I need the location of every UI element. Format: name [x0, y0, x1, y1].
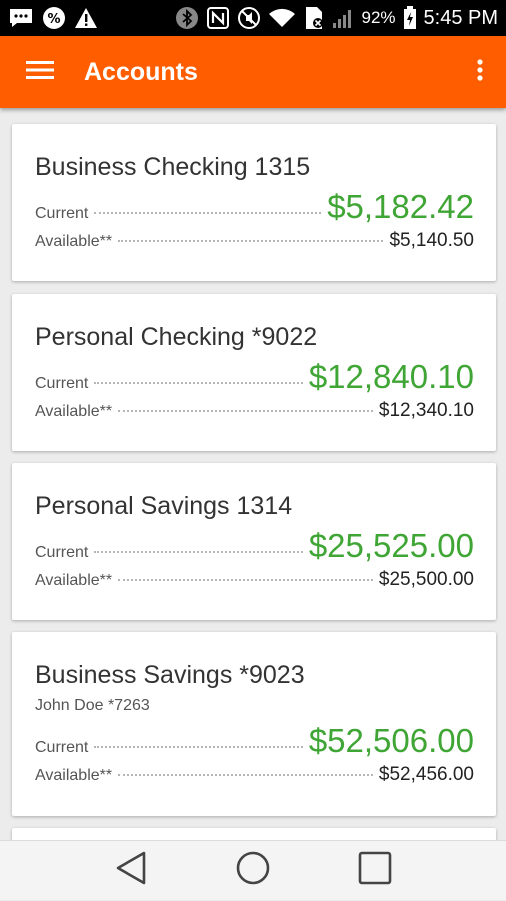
leader-dots: [94, 382, 303, 384]
account-card[interactable]: Business Savings *9023 John Doe *7263 Cu…: [12, 632, 496, 816]
home-icon: [235, 850, 271, 891]
bluetooth-icon: [175, 6, 199, 30]
wifi-icon: [268, 7, 296, 29]
accounts-list: Business Checking 1315 Current $5,182.42…: [0, 108, 506, 840]
status-time: 5:45 PM: [423, 6, 498, 29]
page-title: Accounts: [84, 57, 198, 86]
account-card[interactable]: Personal Savings 1314 Current $25,525.00…: [12, 463, 496, 620]
available-balance-row: Available** $52,456.00: [35, 764, 474, 786]
available-label: Available**: [35, 233, 113, 250]
leader-dots: [118, 579, 373, 581]
available-label: Available**: [35, 403, 113, 420]
current-balance-row: Current $25,525.00: [35, 527, 474, 565]
status-bar-left: %: [8, 6, 98, 30]
nfc-icon: [206, 6, 230, 30]
leader-dots: [118, 774, 373, 776]
current-balance: $52,506.00: [308, 722, 474, 759]
recents-button[interactable]: [345, 841, 405, 901]
app-bar: Accounts: [0, 36, 506, 108]
available-balance-row: Available** $25,500.00: [35, 569, 474, 591]
current-label: Current: [35, 544, 89, 561]
leader-dots: [118, 410, 373, 412]
home-button[interactable]: [223, 841, 283, 901]
current-balance: $25,525.00: [308, 527, 474, 564]
account-name: Personal Checking *9022: [35, 323, 318, 351]
account-card-partial[interactable]: [12, 828, 496, 840]
available-balance: $52,456.00: [378, 764, 474, 785]
current-balance: $5,182.42: [327, 188, 474, 225]
available-label: Available**: [35, 572, 113, 589]
account-name: Business Savings *9023: [35, 661, 305, 689]
back-icon: [114, 850, 148, 891]
back-button[interactable]: [101, 841, 161, 901]
menu-button[interactable]: [12, 36, 68, 108]
overflow-menu-button[interactable]: [460, 36, 500, 108]
current-balance-row: Current $12,840.10: [35, 358, 474, 396]
account-name: Business Checking 1315: [35, 153, 311, 181]
recents-icon: [358, 851, 392, 890]
hamburger-menu-icon: [26, 59, 54, 86]
battery-icon: [403, 6, 417, 30]
leader-dots: [94, 551, 303, 553]
account-name: Personal Savings 1314: [35, 492, 293, 520]
available-balance: $5,140.50: [389, 230, 474, 251]
battery-percent: 92%: [361, 8, 396, 27]
signal-icon: [332, 7, 354, 29]
mute-icon: [237, 6, 261, 30]
status-bar-right: 92% 5:45 PM: [175, 6, 498, 30]
no-sim-icon: [303, 6, 325, 30]
current-label: Current: [35, 375, 89, 392]
svg-text:%: %: [47, 12, 60, 27]
account-owner: John Doe *7263: [35, 697, 150, 714]
message-icon: [8, 7, 34, 29]
leader-dots: [94, 212, 322, 214]
available-balance-row: Available** $5,140.50: [35, 230, 474, 252]
available-balance: $25,500.00: [378, 569, 474, 590]
available-balance: $12,340.10: [378, 400, 474, 421]
status-bar: % 92% 5:45 PM: [0, 0, 506, 36]
more-vert-icon: [476, 58, 484, 87]
account-card[interactable]: Personal Checking *9022 Current $12,840.…: [12, 294, 496, 451]
current-label: Current: [35, 739, 89, 756]
system-nav-bar: [0, 840, 506, 900]
leader-dots: [94, 746, 303, 748]
current-balance: $12,840.10: [308, 358, 474, 395]
current-label: Current: [35, 205, 89, 222]
account-card[interactable]: Business Checking 1315 Current $5,182.42…: [12, 124, 496, 281]
available-label: Available**: [35, 767, 113, 784]
leader-dots: [118, 240, 384, 242]
percent-icon: %: [42, 6, 66, 30]
current-balance-row: Current $52,506.00: [35, 722, 474, 760]
available-balance-row: Available** $12,340.10: [35, 400, 474, 422]
current-balance-row: Current $5,182.42: [35, 188, 474, 226]
warning-icon: [74, 7, 98, 29]
